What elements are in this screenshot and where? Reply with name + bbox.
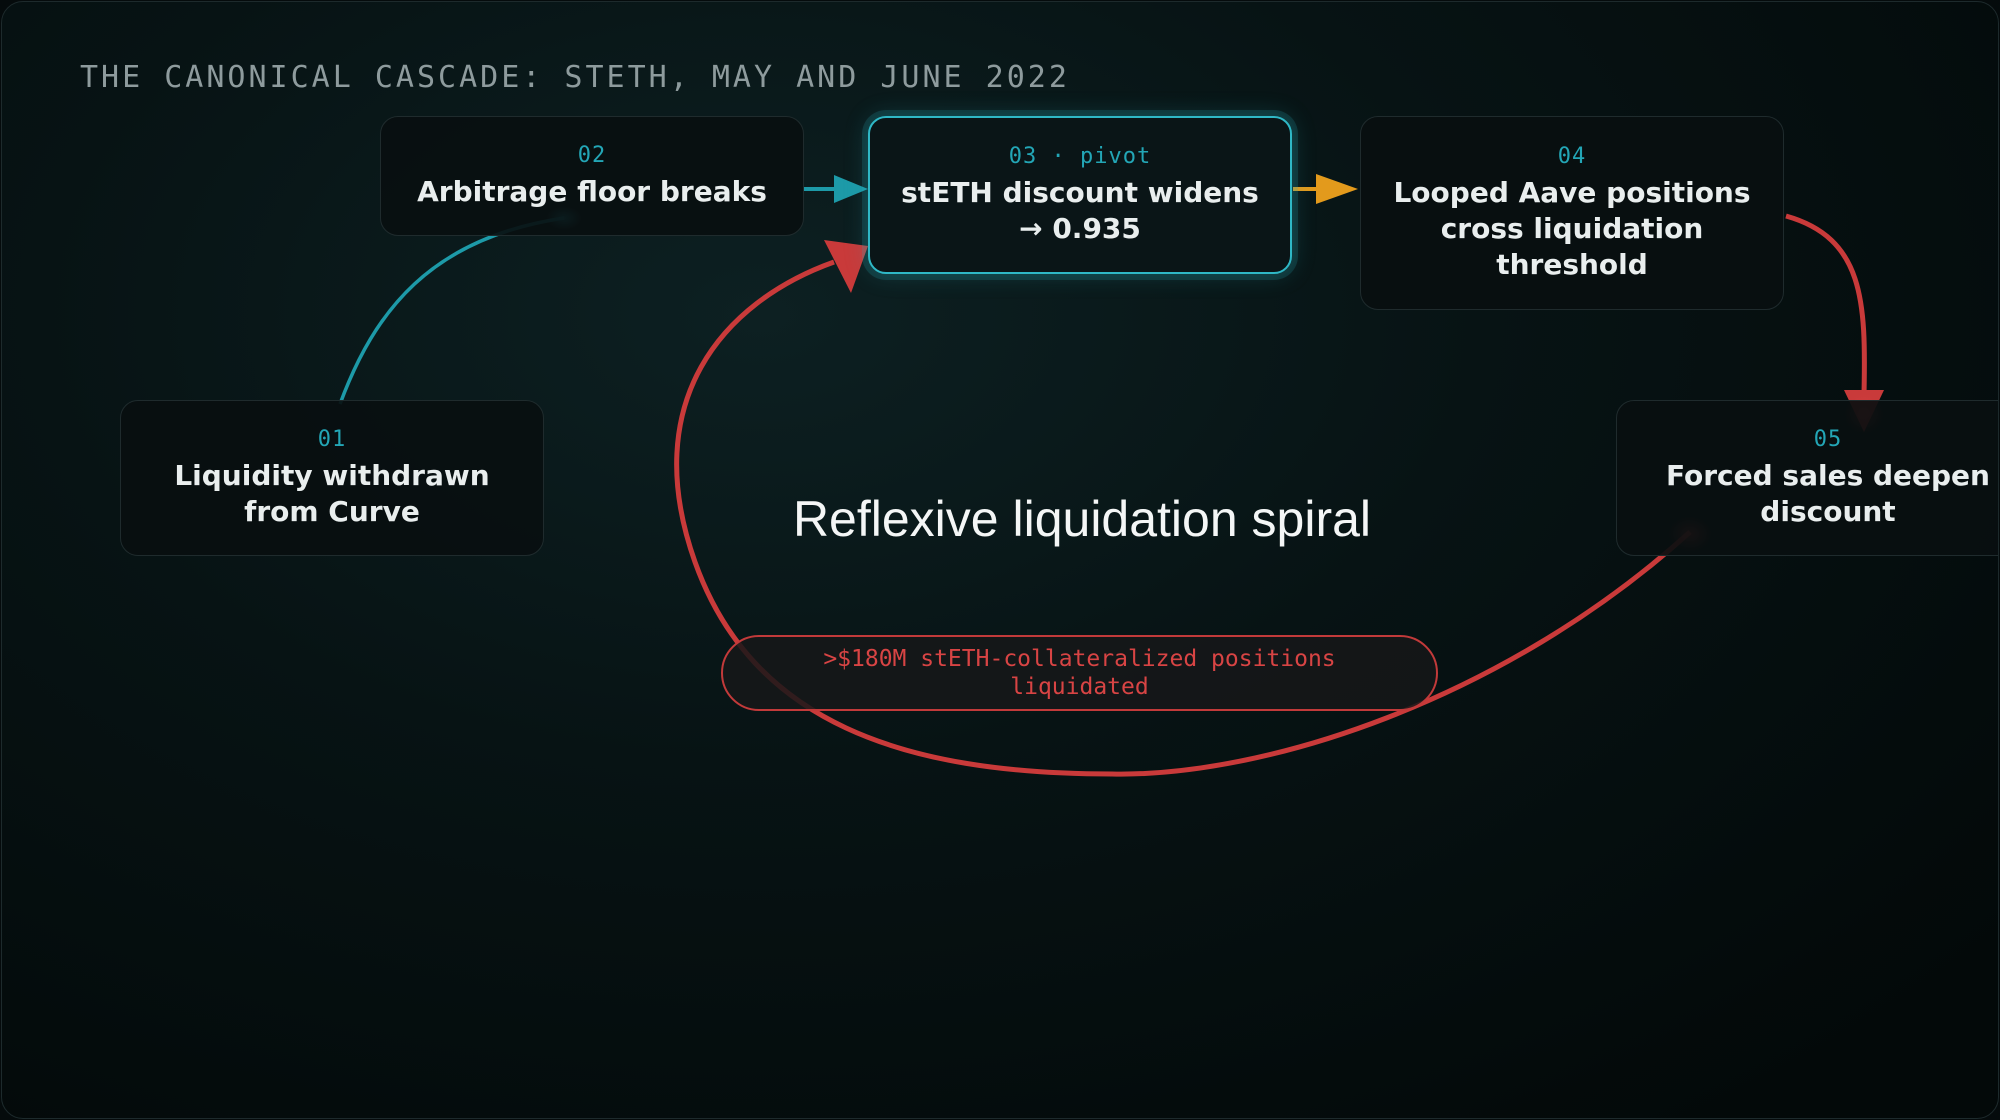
node-number: 01 — [317, 426, 347, 452]
arrow-04-05 — [1785, 213, 1867, 395]
node-label: Liquidity withdrawn from Curve — [174, 458, 490, 528]
node-label: stETH discount widens → 0.935 — [901, 175, 1259, 245]
spiral-title: Reflexive liquidation spiral — [792, 491, 1372, 547]
node-label: Arbitrage floor breaks — [417, 174, 767, 208]
node-number: 05 — [1813, 426, 1843, 452]
node-label: Looped Aave positions cross liquidation … — [1393, 175, 1751, 281]
node-04: 04 Looped Aave positions cross liquidati… — [1360, 116, 1784, 310]
node-number: 03 · pivot — [1008, 143, 1152, 169]
node-label: Forced sales deepen discount — [1666, 458, 1990, 528]
node-03-pivot: 03 · pivot stETH discount widens → 0.935 — [868, 116, 1292, 274]
diagram-title: THE CANONICAL CASCADE: STETH, MAY AND JU… — [80, 60, 1070, 95]
node-number: 02 — [577, 142, 607, 168]
link-01-02 — [338, 216, 565, 405]
node-01: 01 Liquidity withdrawn from Curve — [120, 400, 544, 556]
node-02: 02 Arbitrage floor breaks — [380, 116, 804, 236]
liquidation-note-pill: >$180M stETH-collateralized positions li… — [721, 635, 1438, 711]
node-05: 05 Forced sales deepen discount — [1616, 400, 1998, 556]
node-number: 04 — [1557, 143, 1587, 169]
diagram-canvas: THE CANONICAL CASCADE: STETH, MAY AND JU… — [1, 1, 1999, 1119]
